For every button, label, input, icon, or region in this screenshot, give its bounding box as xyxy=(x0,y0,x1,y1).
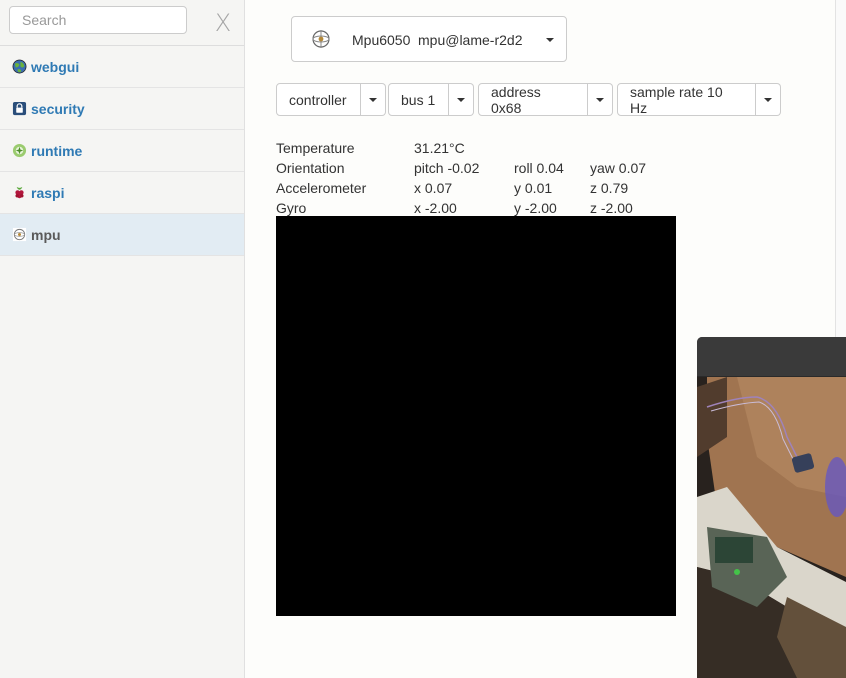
bus-caret-button[interactable] xyxy=(449,83,474,116)
accel-x-value: x 0.07 xyxy=(414,180,453,196)
search-input[interactable] xyxy=(9,6,187,34)
gyroscope-icon xyxy=(11,227,27,243)
sidebar-item-runtime[interactable]: runtime xyxy=(0,130,244,172)
sample-rate-button[interactable]: sample rate 10 Hz xyxy=(617,83,756,116)
sidebar-item-label: webgui xyxy=(31,58,80,75)
address-button[interactable]: address 0x68 xyxy=(478,83,588,116)
pitch-value: pitch -0.02 xyxy=(414,160,480,176)
search-bar: X xyxy=(0,0,244,46)
controller-dropdown: controller xyxy=(276,83,386,116)
temperature-label: Temperature xyxy=(276,140,355,156)
orientation-label: Orientation xyxy=(276,160,345,176)
gyro-z-value: z -2.00 xyxy=(590,200,633,216)
accelerometer-label: Accelerometer xyxy=(276,180,367,196)
address-dropdown: address 0x68 xyxy=(478,83,613,116)
orientation-canvas[interactable] xyxy=(276,216,676,616)
roll-value: roll 0.04 xyxy=(514,160,564,176)
gyroscope-icon xyxy=(311,29,331,49)
runtime-icon xyxy=(11,143,27,159)
accelerometer-row: Accelerometer x 0.07 y 0.01 z 0.79 xyxy=(276,178,696,198)
gyro-label: Gyro xyxy=(276,200,307,216)
sidebar-item-webgui[interactable]: webgui xyxy=(0,46,244,88)
sample-rate-caret-button[interactable] xyxy=(756,83,781,116)
controller-button[interactable]: controller xyxy=(276,83,361,116)
raspberry-icon xyxy=(11,185,27,201)
sensor-readings: Temperature 31.21°C Orientation pitch -0… xyxy=(276,138,696,218)
chevron-down-icon xyxy=(369,97,377,102)
gyro-x-value: x -2.00 xyxy=(414,200,457,216)
sidebar-item-label: security xyxy=(31,100,85,117)
lock-icon xyxy=(11,101,27,117)
chevron-down-icon xyxy=(764,97,772,102)
gyro-y-value: y -2.00 xyxy=(514,200,557,216)
yaw-value: yaw 0.07 xyxy=(590,160,647,176)
camera-feed-image xyxy=(697,377,846,678)
gyro-row: Gyro x -2.00 y -2.00 z -2.00 xyxy=(276,198,696,218)
bus-dropdown: bus 1 xyxy=(388,83,474,116)
clear-search-button[interactable]: X xyxy=(213,9,233,37)
sidebar-item-raspi[interactable]: raspi xyxy=(0,172,244,214)
sidebar-item-label: runtime xyxy=(31,142,83,159)
sidebar-item-mpu[interactable]: mpu xyxy=(0,214,244,256)
chevron-down-icon xyxy=(596,97,604,102)
temperature-row: Temperature 31.21°C xyxy=(276,138,696,158)
sidebar: X webgui security runtime raspi mpu xyxy=(0,0,245,678)
orientation-row: Orientation pitch -0.02 roll 0.04 yaw 0.… xyxy=(276,158,696,178)
bus-button[interactable]: bus 1 xyxy=(388,83,449,116)
sidebar-item-label: mpu xyxy=(31,226,61,243)
globe-icon xyxy=(11,59,27,75)
temperature-value: 31.21°C xyxy=(414,140,465,156)
camera-window-titlebar[interactable] xyxy=(697,337,846,377)
device-selector[interactable]: Mpu6050 mpu@lame-r2d2 xyxy=(291,16,567,62)
sidebar-item-security[interactable]: security xyxy=(0,88,244,130)
address-caret-button[interactable] xyxy=(588,83,613,116)
device-host: mpu@lame-r2d2 xyxy=(418,32,523,48)
chevron-down-icon xyxy=(546,38,554,42)
accel-z-value: z 0.79 xyxy=(590,180,629,196)
accel-y-value: y 0.01 xyxy=(514,180,553,196)
sidebar-item-label: raspi xyxy=(31,184,65,201)
camera-window xyxy=(697,337,846,678)
chevron-down-icon xyxy=(457,97,465,102)
sample-rate-dropdown: sample rate 10 Hz xyxy=(617,83,781,116)
controller-caret-button[interactable] xyxy=(361,83,386,116)
device-name: Mpu6050 xyxy=(352,32,411,48)
